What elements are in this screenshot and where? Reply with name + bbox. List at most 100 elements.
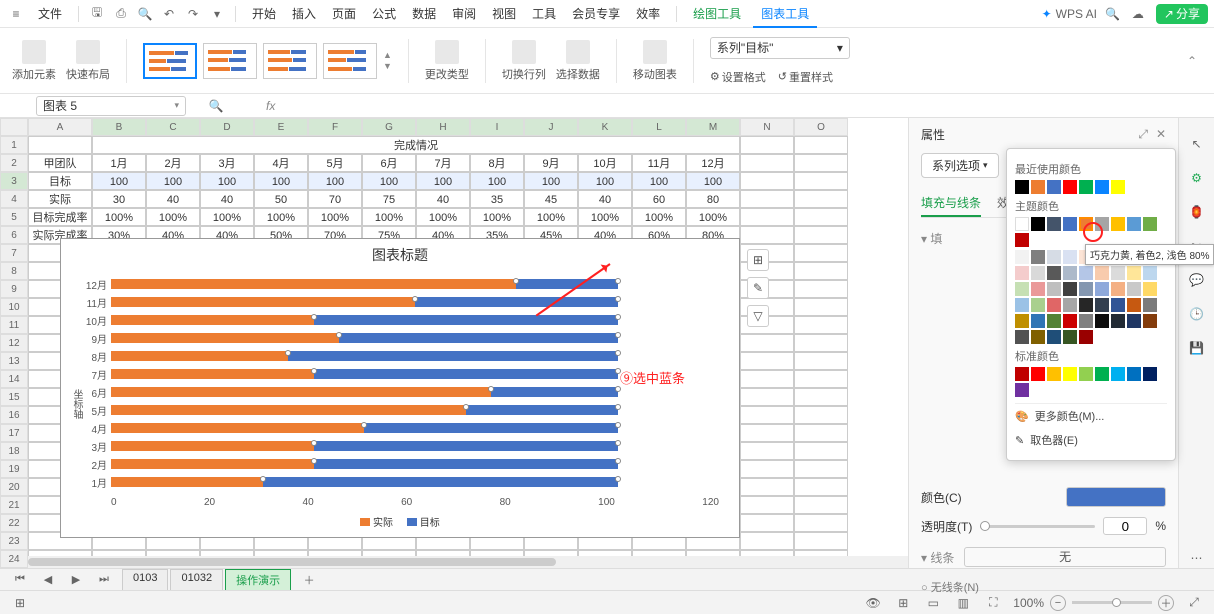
cell[interactable]: 100: [416, 172, 470, 190]
cell[interactable]: 11月: [632, 154, 686, 172]
series-options-button[interactable]: 系列选项 ▾: [921, 153, 999, 178]
col-header[interactable]: E: [254, 118, 308, 136]
color-swatch[interactable]: [1015, 330, 1029, 344]
eyedropper-button[interactable]: ✎取色器(E): [1015, 428, 1167, 452]
bar-segment-target[interactable]: [415, 297, 618, 307]
color-swatch[interactable]: [1015, 282, 1029, 296]
bar-segment-actual[interactable]: [111, 297, 415, 307]
sheet-tab[interactable]: 0103: [122, 569, 168, 590]
color-swatch[interactable]: [1015, 266, 1029, 280]
color-swatch[interactable]: [1063, 180, 1077, 194]
color-swatch[interactable]: [1047, 217, 1061, 231]
zoom-fx-icon[interactable]: 🔍: [206, 96, 226, 116]
expand-icon[interactable]: ⤢: [1184, 593, 1204, 613]
sheet-last-icon[interactable]: ⏭: [94, 570, 114, 590]
reset-style-button[interactable]: ↺重置样式: [778, 69, 833, 85]
search-icon[interactable]: 🔍: [1105, 7, 1120, 21]
series-selector[interactable]: 系列"目标" ▾: [710, 37, 850, 59]
zoom-in-button[interactable]: ＋: [1158, 595, 1174, 611]
color-swatch[interactable]: [1031, 250, 1045, 264]
sheet-next-icon[interactable]: ▶: [66, 570, 86, 590]
rail-select-icon[interactable]: ↖: [1187, 134, 1207, 154]
wps-ai-button[interactable]: ✦ WPS AI 🔍: [1042, 7, 1120, 21]
row-header[interactable]: 3: [0, 172, 28, 190]
col-header[interactable]: B: [92, 118, 146, 136]
color-swatch[interactable]: [1095, 282, 1109, 296]
col-header[interactable]: C: [146, 118, 200, 136]
cell[interactable]: 100%: [362, 208, 416, 226]
bar-segment-actual[interactable]: [111, 369, 314, 379]
color-swatch[interactable]: [1111, 367, 1125, 381]
bar-segment-target[interactable]: [314, 459, 618, 469]
color-swatch[interactable]: [1047, 180, 1061, 194]
cell[interactable]: 9月: [524, 154, 578, 172]
line-style-select[interactable]: 无: [964, 547, 1166, 567]
cell[interactable]: 100: [200, 172, 254, 190]
color-swatch[interactable]: [1047, 367, 1061, 381]
rail-settings-icon[interactable]: ⚙: [1187, 168, 1207, 188]
row-label[interactable]: 甲团队: [28, 154, 92, 172]
col-header[interactable]: O: [794, 118, 848, 136]
row-header[interactable]: 19: [0, 460, 28, 478]
cell[interactable]: 10月: [578, 154, 632, 172]
color-swatch[interactable]: [1095, 217, 1109, 231]
row-header[interactable]: 13: [0, 352, 28, 370]
bar-segment-actual[interactable]: [111, 387, 491, 397]
bar-segment-actual[interactable]: [111, 423, 364, 433]
cell[interactable]: 5月: [308, 154, 362, 172]
col-header[interactable]: I: [470, 118, 524, 136]
sheet-first-icon[interactable]: ⏮: [10, 570, 30, 590]
tab-2[interactable]: 页面: [324, 0, 364, 28]
cell[interactable]: 100: [578, 172, 632, 190]
chart-elements-icon[interactable]: ⊞: [747, 249, 769, 271]
dropdown-icon[interactable]: ▾: [207, 4, 227, 24]
cell[interactable]: 60: [632, 190, 686, 208]
cell[interactable]: 100: [686, 172, 740, 190]
color-swatch[interactable]: [1031, 298, 1045, 312]
row-header[interactable]: 5: [0, 208, 28, 226]
tab-6[interactable]: 视图: [484, 0, 524, 28]
row-header[interactable]: 21: [0, 496, 28, 514]
color-swatch[interactable]: [1031, 367, 1045, 381]
cell[interactable]: 100: [92, 172, 146, 190]
move-chart-button[interactable]: 移动图表: [633, 40, 677, 82]
select-data-button[interactable]: 选择数据: [556, 40, 600, 82]
cell[interactable]: 100: [146, 172, 200, 190]
color-swatch[interactable]: [1127, 282, 1141, 296]
color-swatch[interactable]: [1143, 217, 1157, 231]
zoom-slider[interactable]: [1072, 601, 1152, 604]
color-swatch[interactable]: [1063, 217, 1077, 231]
color-swatch[interactable]: [1031, 217, 1045, 231]
cell[interactable]: 40: [416, 190, 470, 208]
cell[interactable]: 8月: [470, 154, 524, 172]
share-button[interactable]: ↗ 分享: [1156, 4, 1208, 24]
view-page-icon[interactable]: ▭: [923, 593, 943, 613]
bar-segment-target[interactable]: [516, 279, 617, 289]
color-swatch[interactable]: [1047, 282, 1061, 296]
color-swatch[interactable]: [1031, 314, 1045, 328]
sheet-tab[interactable]: 01032: [170, 569, 223, 590]
row-label[interactable]: 目标完成率: [28, 208, 92, 226]
row-header[interactable]: 4: [0, 190, 28, 208]
color-swatch[interactable]: [1015, 298, 1029, 312]
color-swatch[interactable]: [1031, 282, 1045, 296]
bar-segment-actual[interactable]: [111, 315, 314, 325]
cell[interactable]: 100%: [470, 208, 524, 226]
row-header[interactable]: 18: [0, 442, 28, 460]
bar-segment-target[interactable]: [314, 441, 618, 451]
horizontal-scrollbar[interactable]: [28, 556, 908, 568]
preview-icon[interactable]: 🔍: [135, 4, 155, 24]
color-swatch[interactable]: [1079, 367, 1093, 381]
color-swatch[interactable]: [1015, 250, 1029, 264]
bar-segment-actual[interactable]: [111, 333, 339, 343]
cell[interactable]: 100%: [146, 208, 200, 226]
color-swatch[interactable]: [1031, 180, 1045, 194]
color-swatch[interactable]: [1047, 330, 1061, 344]
fill-color-button[interactable]: [1066, 487, 1166, 507]
sheet-prev-icon[interactable]: ◀: [38, 570, 58, 590]
color-swatch[interactable]: [1015, 217, 1029, 231]
undo-icon[interactable]: ↶: [159, 4, 179, 24]
color-swatch[interactable]: [1095, 298, 1109, 312]
row-header[interactable]: 6: [0, 226, 28, 244]
color-swatch[interactable]: [1143, 367, 1157, 381]
